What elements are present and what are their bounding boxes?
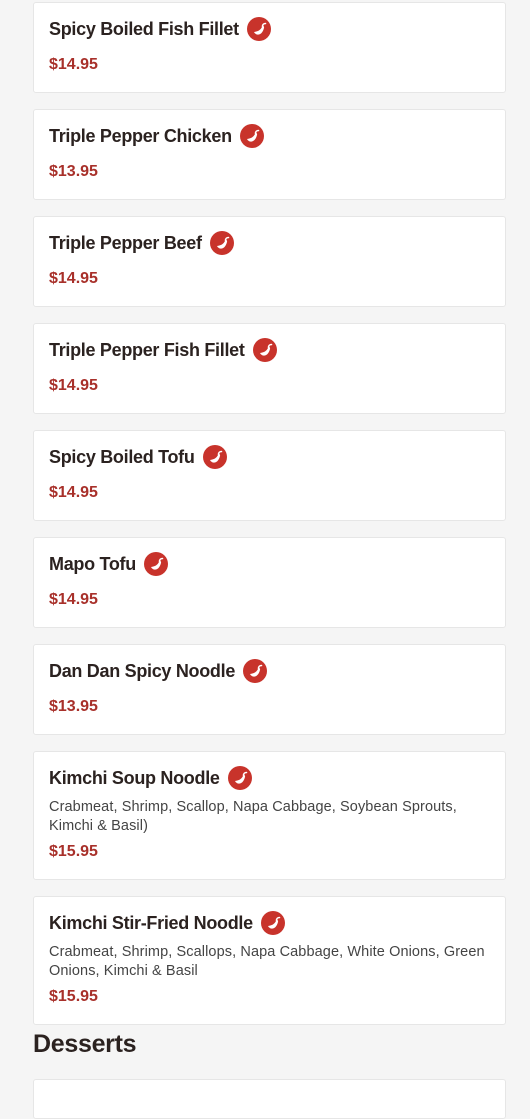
menu-item-name: Spicy Boiled Tofu <box>49 446 195 467</box>
menu-item-name: Dan Dan Spicy Noodle <box>49 660 236 681</box>
chili-pepper-icon <box>252 338 277 362</box>
menu-item-card[interactable]: Spicy Boiled Fish Fillet $14.95 <box>33 2 506 93</box>
chili-pepper-icon <box>143 552 168 576</box>
section-title-desserts: Desserts <box>33 1030 137 1058</box>
chili-pepper-icon <box>239 124 264 148</box>
menu-item-price: $14.95 <box>49 56 98 73</box>
chili-pepper-icon <box>202 445 227 469</box>
menu-item-description: Crabmeat, Shrimp, Scallop, Napa Cabbage,… <box>49 799 457 834</box>
menu-item-card[interactable]: Dan Dan Spicy Noodle $13.95 <box>33 644 506 735</box>
chili-pepper-icon <box>246 17 271 41</box>
menu-item-card[interactable] <box>33 1079 506 1119</box>
chili-pepper-icon <box>260 911 285 935</box>
menu-item-description: Crabmeat, Shrimp, Scallops, Napa Cabbage… <box>49 944 485 979</box>
menu-item-price: $14.95 <box>49 377 98 394</box>
menu-item-name: Kimchi Stir-Fried Noodle <box>49 912 253 933</box>
menu-item-name: Spicy Boiled Fish Fillet <box>49 18 239 39</box>
chili-pepper-icon <box>209 231 234 255</box>
menu-item-price: $15.95 <box>49 843 98 860</box>
menu-item-price: $14.95 <box>49 270 98 287</box>
chili-pepper-icon <box>243 659 268 683</box>
menu-item-card[interactable]: Triple Pepper Fish Fillet $14.95 <box>33 323 506 414</box>
menu-item-price: $15.95 <box>49 988 98 1005</box>
menu-item-name: Triple Pepper Chicken <box>49 125 232 146</box>
chili-pepper-icon <box>227 766 252 790</box>
menu-item-card[interactable]: Mapo Tofu $14.95 <box>33 537 506 628</box>
menu-item-list: Spicy Boiled Fish Fillet $14.95 Triple P… <box>33 2 506 1041</box>
menu-item-price: $14.95 <box>49 591 98 608</box>
menu-item-card[interactable]: Triple Pepper Beef $14.95 <box>33 216 506 307</box>
menu-item-card[interactable]: Triple Pepper Chicken $13.95 <box>33 109 506 200</box>
menu-item-name: Mapo Tofu <box>49 553 136 574</box>
menu-item-price: $13.95 <box>49 163 98 180</box>
menu-item-name: Kimchi Soup Noodle <box>49 767 220 788</box>
menu-item-price: $14.95 <box>49 484 98 501</box>
menu-item-card[interactable]: Spicy Boiled Tofu $14.95 <box>33 430 506 521</box>
menu-item-price: $13.95 <box>49 698 98 715</box>
menu-item-name: Triple Pepper Beef <box>49 232 202 253</box>
menu-item-name: Triple Pepper Fish Fillet <box>49 339 245 360</box>
menu-item-card[interactable]: Kimchi Stir-Fried Noodle Crabmeat, Shrim… <box>33 896 506 1025</box>
menu-item-card[interactable]: Kimchi Soup Noodle Crabmeat, Shrimp, Sca… <box>33 751 506 880</box>
